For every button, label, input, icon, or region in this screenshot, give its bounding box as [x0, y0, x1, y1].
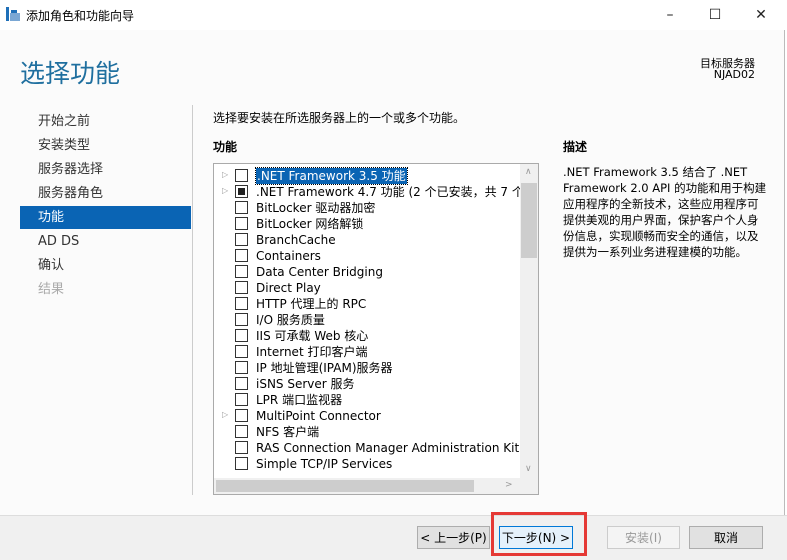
feature-label: Data Center Bridging — [256, 265, 383, 279]
feature-item[interactable]: RAS Connection Manager Administration Ki… — [214, 440, 536, 456]
description-text: .NET Framework 3.5 结合了 .NET Framework 2.… — [563, 165, 767, 259]
feature-label: NFS 客户端 — [256, 425, 320, 439]
feature-label: .NET Framework 4.7 功能 (2 个已安装，共 7 个) — [256, 185, 529, 199]
install-button[interactable]: 安装(I) — [607, 526, 680, 549]
feature-label: IIS 可承载 Web 核心 — [256, 329, 369, 343]
feature-label: Containers — [256, 249, 321, 263]
server-manager-icon — [6, 7, 20, 21]
cancel-button[interactable]: 取消 — [689, 526, 763, 549]
feature-item[interactable]: Data Center Bridging — [214, 264, 520, 280]
feature-checkbox[interactable] — [235, 441, 248, 454]
nav-step[interactable]: 服务器选择 — [20, 158, 191, 181]
scroll-up-icon[interactable]: ∧ — [525, 167, 532, 177]
maximize-button[interactable]: ☐ — [692, 0, 738, 30]
feature-item[interactable]: iSNS Server 服务 — [214, 376, 520, 392]
feature-checkbox[interactable] — [235, 313, 248, 326]
feature-label: BitLocker 网络解锁 — [256, 217, 364, 231]
title-bar: 添加角色和功能向导 – ☐ ✕ — [0, 0, 787, 30]
feature-checkbox[interactable] — [235, 169, 248, 182]
nav-step[interactable]: 开始之前 — [20, 110, 191, 133]
feature-label: IP 地址管理(IPAM)服务器 — [256, 361, 393, 375]
nav-step[interactable]: 功能 — [20, 206, 191, 229]
feature-item[interactable]: Simple TCP/IP Services — [214, 456, 520, 472]
nav-step[interactable]: 确认 — [20, 254, 191, 277]
feature-item[interactable]: I/O 服务质量 — [214, 312, 520, 328]
feature-checkbox[interactable] — [235, 249, 248, 262]
feature-checkbox[interactable] — [235, 345, 248, 358]
feature-label: iSNS Server 服务 — [256, 377, 355, 391]
nav-step[interactable]: 服务器角色 — [20, 182, 191, 205]
feature-label: Internet 打印客户端 — [256, 345, 368, 359]
feature-item[interactable]: BranchCache — [214, 232, 520, 248]
feature-item[interactable]: ▷ MultiPoint Connector — [214, 408, 520, 424]
feature-label: I/O 服务质量 — [256, 313, 325, 327]
feature-checkbox[interactable] — [235, 265, 248, 278]
window-title: 添加角色和功能向导 — [26, 9, 135, 23]
features-heading: 功能 — [213, 140, 238, 154]
scroll-corner — [520, 478, 538, 494]
page-title: 选择功能 — [20, 59, 121, 88]
feature-item[interactable]: IP 地址管理(IPAM)服务器 — [214, 360, 520, 376]
feature-item[interactable]: IIS 可承载 Web 核心 — [214, 328, 520, 344]
feature-checkbox[interactable] — [235, 409, 248, 422]
scroll-right-icon[interactable]: > — [505, 480, 513, 490]
feature-checkbox[interactable] — [235, 377, 248, 390]
feature-label: BranchCache — [256, 233, 336, 247]
feature-checkbox[interactable] — [235, 361, 248, 374]
feature-checkbox[interactable] — [235, 457, 248, 470]
feature-label: .NET Framework 3.5 功能 — [255, 167, 408, 185]
previous-button[interactable]: < 上一步(P) — [417, 526, 490, 549]
feature-checkbox[interactable] — [235, 233, 248, 246]
target-server-name: NJAD02 — [713, 68, 755, 81]
feature-item[interactable]: BitLocker 驱动器加密 — [214, 200, 520, 216]
description-heading: 描述 — [563, 140, 588, 154]
close-button[interactable]: ✕ — [738, 0, 784, 30]
expand-icon[interactable]: ▷ — [222, 410, 228, 419]
expand-icon[interactable]: ▷ — [222, 186, 228, 195]
vertical-scroll-thumb[interactable] — [521, 183, 537, 258]
feature-checkbox[interactable] — [235, 201, 248, 214]
feature-item[interactable]: Containers — [214, 248, 520, 264]
feature-item[interactable]: NFS 客户端 — [214, 424, 520, 440]
feature-item[interactable]: BitLocker 网络解锁 — [214, 216, 520, 232]
feature-item[interactable]: HTTP 代理上的 RPC — [214, 296, 520, 312]
feature-label: MultiPoint Connector — [256, 409, 381, 423]
feature-item[interactable]: ▷ .NET Framework 3.5 功能 — [214, 167, 520, 185]
feature-item[interactable]: LPR 端口监视器 — [214, 392, 520, 408]
nav-step[interactable]: AD DS — [20, 230, 191, 253]
feature-label: RAS Connection Manager Administration Ki… — [256, 441, 537, 455]
features-list[interactable]: ▷ .NET Framework 3.5 功能 ▷ .NET Framework 4.… — [213, 163, 539, 495]
feature-item[interactable]: Direct Play — [214, 280, 520, 296]
minimize-button[interactable]: – — [647, 0, 693, 30]
feature-checkbox[interactable] — [235, 425, 248, 438]
horizontal-scroll-thumb[interactable] — [216, 480, 474, 492]
feature-checkbox[interactable] — [235, 393, 248, 406]
feature-label: BitLocker 驱动器加密 — [256, 201, 376, 215]
feature-item[interactable]: ▷ .NET Framework 4.7 功能 (2 个已安装，共 7 个) — [214, 184, 529, 200]
intro-text: 选择要安装在所选服务器上的一个或多个功能。 — [213, 111, 466, 125]
nav-step: 结果 — [38, 282, 65, 297]
feature-checkbox[interactable] — [235, 185, 248, 198]
feature-checkbox[interactable] — [235, 217, 248, 230]
feature-label: HTTP 代理上的 RPC — [256, 297, 367, 311]
feature-label: Simple TCP/IP Services — [256, 457, 393, 471]
feature-label: LPR 端口监视器 — [256, 393, 343, 407]
feature-checkbox[interactable] — [235, 329, 248, 342]
expand-icon[interactable]: ▷ — [222, 170, 228, 179]
divider — [192, 105, 193, 495]
feature-checkbox[interactable] — [235, 281, 248, 294]
scroll-down-icon[interactable]: ∨ — [525, 464, 532, 474]
nav-step[interactable]: 安装类型 — [20, 134, 191, 157]
feature-label: Direct Play — [256, 281, 321, 295]
feature-item[interactable]: Internet 打印客户端 — [214, 344, 520, 360]
feature-checkbox[interactable] — [235, 297, 248, 310]
highlight-box — [491, 512, 587, 556]
